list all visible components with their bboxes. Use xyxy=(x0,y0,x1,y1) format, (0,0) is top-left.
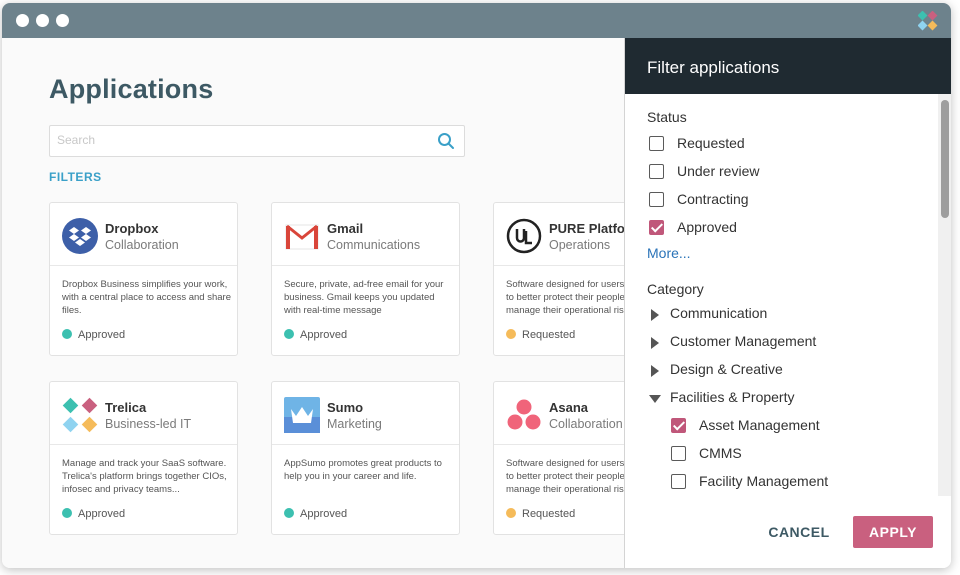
checkbox-label: Facility Management xyxy=(699,473,829,489)
status-label: Requested xyxy=(522,329,576,341)
checkbox[interactable] xyxy=(671,474,686,489)
status-label: Approved xyxy=(300,329,348,341)
app-card-gmail[interactable]: Gmail Communications Secure, private, ad… xyxy=(271,202,460,356)
checkbox-label: CMMS xyxy=(699,445,742,461)
checkbox-checked[interactable] xyxy=(671,418,686,433)
card-name: Trelica xyxy=(105,400,147,415)
status-dot xyxy=(506,329,516,339)
status-label: Requested xyxy=(522,508,576,520)
checkbox-label: Requested xyxy=(677,135,745,151)
category-label: Design & Creative xyxy=(670,361,783,377)
expand-arrow-icon[interactable] xyxy=(651,309,659,321)
main-content: Applications FILTERS xyxy=(2,38,682,568)
apply-button[interactable]: APPLY xyxy=(853,516,933,548)
trelica-icon xyxy=(62,397,98,433)
card-header: Dropbox Collaboration xyxy=(50,203,237,266)
checkbox-checked[interactable] xyxy=(649,220,664,235)
window-maximize-dot[interactable] xyxy=(56,14,69,27)
app-window: Applications FILTERS xyxy=(2,3,951,568)
status-label: Approved xyxy=(78,508,126,520)
card-name: Dropbox xyxy=(105,221,159,236)
status-badge: Approved xyxy=(62,508,125,520)
app-card-dropbox[interactable]: Dropbox Collaboration Dropbox Business s… xyxy=(49,202,238,356)
status-badge: Requested xyxy=(506,329,575,341)
dropbox-icon xyxy=(62,218,98,254)
card-header: Gmail Communications xyxy=(272,203,459,266)
page-title: Applications xyxy=(49,74,214,104)
search-icon[interactable] xyxy=(437,132,455,150)
card-category: Communications xyxy=(327,238,421,252)
status-dot xyxy=(62,508,72,518)
status-badge: Approved xyxy=(284,329,347,341)
status-badge: Requested xyxy=(506,508,575,520)
category-label: Facilities & Property xyxy=(670,389,795,405)
checkbox[interactable] xyxy=(649,192,664,207)
card-header: Trelica Business-led IT xyxy=(50,382,237,445)
card-category: Business-led IT xyxy=(105,417,192,431)
status-dot xyxy=(62,329,72,339)
card-category: Collaboration xyxy=(549,417,623,431)
card-name: Gmail xyxy=(327,221,364,236)
scrollbar[interactable] xyxy=(938,94,951,496)
status-badge: Approved xyxy=(62,329,125,341)
asana-icon xyxy=(507,399,541,430)
card-category: Collaboration xyxy=(105,238,179,252)
filter-panel-title: Filter applications xyxy=(647,58,780,77)
checkbox[interactable] xyxy=(671,446,686,461)
more-status-link[interactable]: More... xyxy=(647,245,691,261)
filter-panel-header: Filter applications xyxy=(625,38,951,94)
card-category: Operations xyxy=(549,238,611,252)
gmail-icon xyxy=(285,224,319,250)
window-minimize-dot[interactable] xyxy=(36,14,49,27)
status-label: Approved xyxy=(300,508,348,520)
status-badge: Approved xyxy=(284,508,347,520)
status-dot xyxy=(284,329,294,339)
search-box[interactable] xyxy=(49,125,465,157)
ul-icon xyxy=(506,218,542,254)
category-label: Communication xyxy=(670,305,768,321)
checkbox-label: Approved xyxy=(677,219,737,235)
title-bar xyxy=(2,3,951,38)
scrollbar-thumb[interactable] xyxy=(941,100,949,218)
checkbox[interactable] xyxy=(649,164,664,179)
expand-arrow-icon[interactable] xyxy=(651,337,659,349)
category-section-title: Category xyxy=(647,281,704,297)
card-description: AppSumo promotes great products to help … xyxy=(284,458,442,482)
app-card-trelica[interactable]: Trelica Business-led IT Manage and track… xyxy=(49,381,238,535)
status-label: Approved xyxy=(78,329,126,341)
card-name: Asana xyxy=(549,400,589,415)
card-name: Sumo xyxy=(327,400,364,415)
app-card-sumo[interactable]: Sumo Marketing AppSumo promotes great pr… xyxy=(271,381,460,535)
checkbox-label: Contracting xyxy=(677,191,749,207)
card-description: Secure, private, ad-free email for your … xyxy=(284,279,444,316)
expand-arrow-icon[interactable] xyxy=(651,365,659,377)
status-section-title: Status xyxy=(647,109,687,125)
filter-panel-body: Status Requested Under review Contractin… xyxy=(625,94,939,496)
window-close-dot[interactable] xyxy=(16,14,29,27)
sumo-crown-icon xyxy=(284,397,320,433)
card-category: Marketing xyxy=(327,417,382,431)
filter-panel: Filter applications Status Requested Und… xyxy=(624,38,951,568)
category-label: Customer Management xyxy=(670,333,817,349)
checkbox[interactable] xyxy=(649,136,664,151)
status-dot xyxy=(284,508,294,518)
card-header: Sumo Marketing xyxy=(272,382,459,445)
filter-panel-footer: CANCEL APPLY xyxy=(625,496,951,568)
checkbox-label: Asset Management xyxy=(699,417,820,433)
collapse-arrow-icon[interactable] xyxy=(649,395,661,403)
filters-link[interactable]: FILTERS xyxy=(49,170,102,184)
checkbox-label: Under review xyxy=(677,163,760,179)
card-description: Dropbox Business simplifies your work, w… xyxy=(62,279,231,316)
trelica-logo-icon xyxy=(918,11,938,31)
search-input[interactable] xyxy=(57,133,427,147)
card-description: Manage and track your SaaS software. Tre… xyxy=(62,458,227,495)
status-dot xyxy=(506,508,516,518)
cancel-button[interactable]: CANCEL xyxy=(761,516,837,548)
